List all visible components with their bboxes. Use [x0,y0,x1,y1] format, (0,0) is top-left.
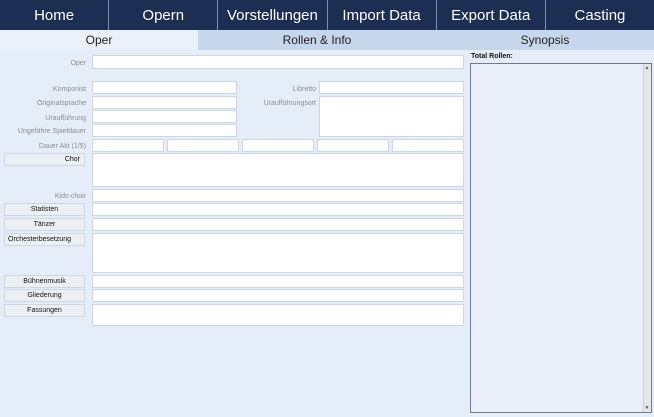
urauffuehrung-field[interactable] [92,110,237,123]
scroll-up-icon[interactable]: ▲ [643,64,651,72]
taenzer-button[interactable]: Tänzer [4,218,85,231]
originalsprache-field[interactable] [92,96,237,109]
dauer-akt-label: Dauer Akt (1/5) [38,143,86,150]
chor-field[interactable] [92,153,464,187]
buehnenmusik-button[interactable]: Bühnenmusik [4,275,85,288]
komponist-field[interactable] [92,81,237,94]
nav-opern-button[interactable]: Opern [109,0,219,30]
total-rollen-scrollbar[interactable] [643,64,651,412]
statisten-button[interactable]: Statisten [4,203,85,216]
gliederung-field[interactable] [92,289,464,302]
nav-import-data-button[interactable]: Import Data [328,0,437,30]
fassungen-button[interactable]: Fassungen [4,304,85,317]
fassungen-field[interactable] [92,304,464,326]
komponist-label: Komponist [52,86,86,93]
taenzer-field[interactable] [92,218,464,231]
urauffuehrungsort-label: Uraufführungsort [263,100,316,107]
nav-home-button[interactable]: Home [0,0,110,30]
orchesterbesetzung-button[interactable]: Orchesterbesetzung [4,233,85,246]
kids-choir-label: Kids-choir [54,193,86,200]
gliederung-button[interactable]: Gliederung [4,289,85,302]
top-navigation: Home Opern Vorstellungen Import Data Exp… [0,0,654,30]
buehnenmusik-field[interactable] [92,275,464,288]
oper-field[interactable] [92,55,464,69]
dauer-akt-5-field[interactable] [392,139,464,152]
spieldauer-field[interactable] [92,124,237,137]
dauer-akt-1-field[interactable] [92,139,164,152]
kids-choir-field[interactable] [92,189,464,202]
nav-casting-button[interactable]: Casting [546,0,654,30]
scroll-down-icon[interactable]: ▼ [643,404,651,412]
nav-export-data-button[interactable]: Export Data [437,0,546,30]
total-rollen-list[interactable]: ▲ ▼ [470,63,652,413]
dauer-akt-4-field[interactable] [317,139,389,152]
nav-vorstellungen-button[interactable]: Vorstellungen [218,0,328,30]
chor-button[interactable]: Chor [4,153,85,166]
orchesterbesetzung-field[interactable] [92,233,464,273]
tab-oper[interactable]: Oper [0,30,198,50]
tab-rollen-info[interactable]: Rollen & Info [198,30,436,50]
oper-label: Oper [70,60,86,67]
statisten-field[interactable] [92,203,464,216]
total-rollen-label: Total Rollen: [471,53,513,60]
tab-bar: Oper Rollen & Info Synopsis [0,30,654,50]
dauer-akt-2-field[interactable] [167,139,239,152]
tab-synopsis[interactable]: Synopsis [436,30,654,50]
dauer-akt-3-field[interactable] [242,139,314,152]
urauffuehrungsort-field[interactable] [319,96,464,137]
originalsprache-label: Originalsprache [36,100,86,107]
urauffuehrung-label: Uraufführung [45,115,86,122]
libretto-label: Libretto [292,86,316,93]
libretto-field[interactable] [319,81,464,94]
spieldauer-label: Ungefähre Spieldauer [17,128,86,135]
